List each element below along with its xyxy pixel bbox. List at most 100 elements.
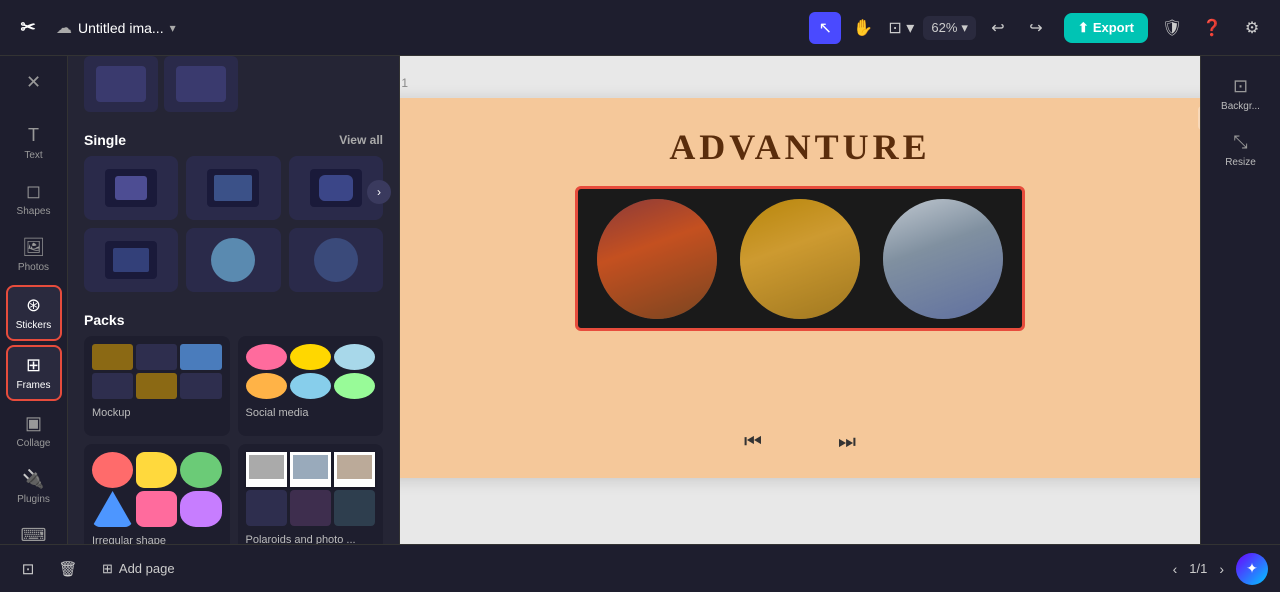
social-thumb-4	[246, 373, 287, 399]
mockup-pack-label: Mockup	[92, 407, 222, 419]
sidebar-item-photos[interactable]: 🖼 Photos	[6, 229, 62, 281]
sidebar-item-collage[interactable]: ▣ Collage	[6, 405, 62, 457]
resize-label: Resize	[1225, 157, 1256, 168]
sidebar-item-keyboard[interactable]: ⌨	[6, 517, 62, 544]
topbar: ✂ ☁ Untitled ima... ▾ ↖ ✋ ⊡ ▾ 62% ▾ ↩ ↪ …	[0, 0, 1280, 56]
shapes-icon: ◻	[26, 181, 41, 202]
irr-thumb-2	[136, 452, 177, 488]
single-frame-thumb-4[interactable]	[84, 228, 178, 292]
right-panel: ⊡ Backgr... ⤡ Resize	[1200, 56, 1280, 544]
single-thumbnail-row-2	[68, 228, 399, 300]
single-thumbnail-row	[68, 156, 399, 228]
panel-thumb-1[interactable]	[84, 56, 158, 112]
mockup-thumb-1	[92, 344, 133, 370]
export-button[interactable]: ⬆ Export	[1064, 13, 1148, 43]
redo-button[interactable]: ↪	[1020, 12, 1052, 44]
doc-title[interactable]: Untitled ima...	[78, 20, 164, 36]
sidebar-item-plugins[interactable]: 🔌 Plugins	[6, 461, 62, 513]
resize-icon: ⤡	[1233, 132, 1247, 153]
resize-panel-item[interactable]: ⤡ Resize	[1209, 124, 1273, 176]
ai-assistant-button[interactable]: ✦	[1236, 553, 1268, 585]
social-thumb-5	[290, 373, 331, 399]
single-frame-thumb-6[interactable]	[289, 228, 383, 292]
add-page-button[interactable]: ⊞ Add page	[92, 555, 185, 583]
single-section-title: Single	[84, 132, 126, 148]
top-thumbnails-row	[68, 56, 399, 120]
canvas-title: ADVANTURE	[400, 98, 1200, 168]
title-chevron-icon[interactable]: ▾	[170, 21, 176, 35]
panel-thumb-2[interactable]	[164, 56, 238, 112]
title-area: ☁ Untitled ima... ▾	[56, 18, 797, 38]
view-all-link[interactable]: View all	[339, 133, 383, 147]
sidebar-item-shapes[interactable]: ◻ Shapes	[6, 173, 62, 225]
irregular-shape-pack-item[interactable]: Irregular shape	[84, 444, 230, 544]
frame-3-photo	[883, 199, 1003, 319]
sidebar-item-text[interactable]: T Text	[6, 117, 62, 169]
background-label: Backgr...	[1221, 101, 1260, 112]
frame-2-photo	[740, 199, 860, 319]
topbar-tools: ↖ ✋ ⊡ ▾ 62% ▾ ↩ ↪	[809, 12, 1052, 44]
polaroids-pack-item[interactable]: Polaroids and photo ...	[238, 444, 384, 544]
thumbnail-view-button[interactable]: ⊡	[12, 553, 44, 585]
sidebar-item-stickers[interactable]: ⊛ Stickers	[6, 285, 62, 341]
next-arrow-button[interactable]: ⏭	[830, 427, 864, 458]
photos-icon: 🖼	[22, 237, 45, 258]
irregular-thumbnails	[92, 452, 222, 527]
single-row-wrapper: ›	[68, 156, 399, 228]
help-icon-button[interactable]: ❓	[1196, 12, 1228, 44]
social-thumbnails	[246, 344, 376, 399]
single-frame-thumb-5[interactable]	[186, 228, 280, 292]
social-thumb-1	[246, 344, 287, 370]
social-media-pack-item[interactable]: Social media	[238, 336, 384, 436]
polaroids-pack-label: Polaroids and photo ...	[246, 534, 376, 544]
mockup-pack-item[interactable]: Mockup	[84, 336, 230, 436]
text-icon: T	[28, 125, 39, 146]
irr-thumb-5	[136, 491, 177, 527]
background-panel-item[interactable]: ⊡ Backgr...	[1209, 68, 1273, 120]
single-frame-thumb-2[interactable]	[186, 156, 280, 220]
collage-icon: ▣	[25, 413, 42, 434]
mockup-thumb-2	[136, 344, 177, 370]
zoom-control[interactable]: 62% ▾	[923, 16, 976, 40]
design-canvas[interactable]: ⊡ ADVANTURE	[400, 98, 1200, 478]
settings-icon-button[interactable]: ⚙	[1236, 12, 1268, 44]
topbar-right: ⬆ Export 🛡 ❓ ⚙	[1064, 12, 1268, 44]
single-frame-thumb-1[interactable]	[84, 156, 178, 220]
undo-button[interactable]: ↩	[982, 12, 1014, 44]
app-logo[interactable]: ✂	[12, 12, 44, 44]
next-page-button[interactable]: ›	[1215, 557, 1228, 581]
prev-arrow-button[interactable]: ⏮	[736, 427, 770, 458]
frame-circle-2	[740, 199, 860, 319]
scroll-next-button[interactable]: ›	[367, 180, 391, 204]
sidebar-stickers-label: Stickers	[16, 320, 52, 331]
main-layout: ✕ T Text ◻ Shapes 🖼 Photos ⊛ Stickers ⊞ …	[0, 56, 1280, 544]
irregular-shape-pack-label: Irregular shape	[92, 535, 222, 544]
delete-page-button[interactable]: 🗑	[52, 553, 84, 585]
background-icon: ⊡	[1233, 76, 1248, 97]
select-tool-button[interactable]: ↖	[809, 12, 841, 44]
polaroid-thumb-1	[246, 452, 287, 487]
add-page-icon: ⊞	[102, 561, 113, 577]
export-icon: ⬆	[1078, 20, 1089, 36]
frames-container[interactable]	[575, 186, 1025, 331]
mockup-thumbnails	[92, 344, 222, 399]
panel-sidebar: Single View all	[68, 56, 400, 544]
polaroid-thumb-6	[334, 490, 375, 526]
resize-handle[interactable]: ⊡	[1198, 106, 1200, 130]
sidebar-item-frames[interactable]: ⊞ Frames	[6, 345, 62, 401]
zoom-chevron-icon: ▾	[961, 20, 968, 36]
sidebar-collapse-button[interactable]: ✕	[6, 64, 62, 101]
hand-tool-button[interactable]: ✋	[847, 12, 879, 44]
shield-icon-button[interactable]: 🛡	[1156, 12, 1188, 44]
page-number: 1/1	[1189, 561, 1207, 576]
irr-thumb-3	[180, 452, 221, 488]
single-section-header: Single View all	[68, 120, 399, 156]
polaroid-thumb-2	[290, 452, 331, 487]
polaroid-thumb-5	[290, 490, 331, 526]
zoom-value: 62%	[931, 20, 957, 35]
frame-tool-button[interactable]: ⊡ ▾	[885, 12, 917, 44]
packs-grid: Mockup Social media	[68, 336, 399, 544]
prev-page-button[interactable]: ‹	[1169, 557, 1182, 581]
mockup-thumb-3	[180, 344, 221, 370]
social-thumb-3	[334, 344, 375, 370]
